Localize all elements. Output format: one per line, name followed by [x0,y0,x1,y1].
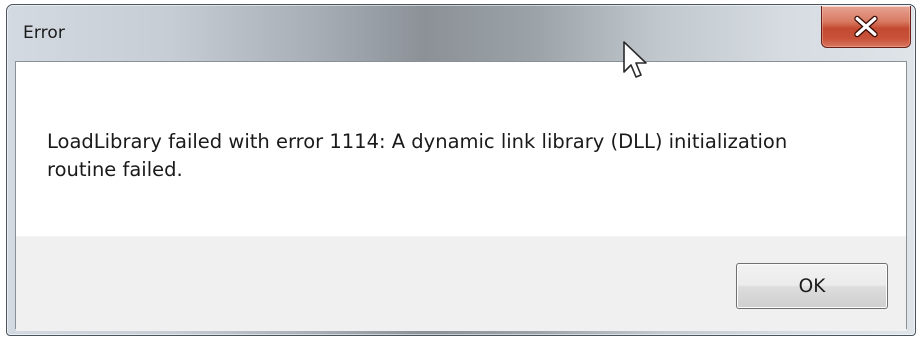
close-button[interactable] [821,6,911,48]
button-bar: OK [16,236,906,331]
error-dialog-window: Error LoadLibrary failed with error 1114… [6,4,916,336]
window-title: Error [23,23,65,43]
title-bar[interactable]: Error [7,5,915,61]
dialog-body: LoadLibrary failed with error 1114: A dy… [15,61,907,331]
error-message: LoadLibrary failed with error 1114: A dy… [47,130,788,181]
ok-button[interactable]: OK [736,263,888,309]
close-icon [854,15,878,38]
